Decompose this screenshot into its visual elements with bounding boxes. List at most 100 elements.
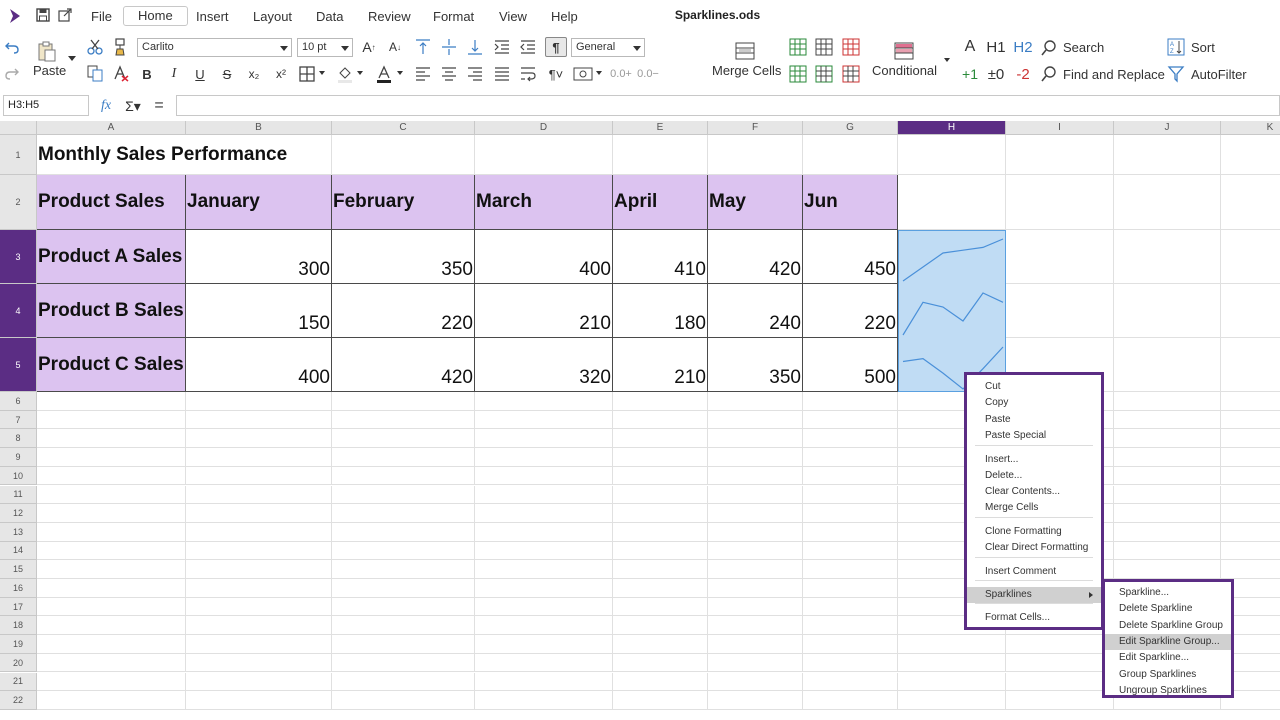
search-label[interactable]: Search	[1063, 40, 1104, 55]
cell[interactable]	[708, 579, 803, 598]
value-cell[interactable]: 240	[708, 284, 803, 338]
bad-style-button[interactable]: -2	[1012, 64, 1034, 84]
cell[interactable]	[613, 653, 708, 673]
sheet-title[interactable]: Monthly Sales Performance	[37, 135, 287, 175]
context-menu-item[interactable]: Insert Comment	[967, 564, 1101, 580]
cell[interactable]	[613, 392, 708, 411]
submenu-item[interactable]: Delete Sparkline Group	[1105, 618, 1231, 634]
align-middle-icon[interactable]	[440, 38, 458, 56]
cell[interactable]	[613, 429, 708, 449]
grow-font-icon[interactable]: A ↑	[360, 37, 378, 57]
column-header-d[interactable]: D	[475, 121, 613, 135]
cell[interactable]	[708, 504, 803, 523]
cell[interactable]	[898, 691, 1006, 710]
cell[interactable]	[37, 466, 186, 486]
cell[interactable]	[475, 135, 613, 175]
cell[interactable]	[475, 485, 613, 505]
row-header-6[interactable]: 6	[0, 392, 37, 411]
context-menu-item[interactable]: Paste	[967, 412, 1101, 428]
value-cell[interactable]: 300	[186, 230, 332, 284]
strikethrough-button[interactable]: S	[218, 64, 236, 84]
cell[interactable]	[708, 597, 803, 617]
cell[interactable]	[332, 579, 475, 598]
clone-formatting-icon[interactable]	[112, 38, 128, 56]
cell[interactable]	[898, 672, 1006, 692]
cell[interactable]	[186, 597, 332, 617]
cell[interactable]	[1114, 175, 1221, 230]
cell[interactable]	[1114, 429, 1221, 449]
cell[interactable]	[708, 135, 803, 175]
cell[interactable]	[186, 691, 332, 710]
cell[interactable]	[37, 522, 186, 542]
cell[interactable]	[803, 635, 898, 654]
row-header-13[interactable]: 13	[0, 522, 37, 542]
row-header-18[interactable]: 18	[0, 616, 37, 636]
cell[interactable]	[186, 522, 332, 542]
context-menu-item[interactable]: Insert...	[967, 452, 1101, 468]
insert-cells-icon[interactable]	[789, 65, 807, 83]
cell[interactable]	[1221, 135, 1280, 175]
cell[interactable]	[475, 466, 613, 486]
row-header-21[interactable]: 21	[0, 672, 37, 692]
cell[interactable]	[332, 504, 475, 523]
cell[interactable]	[37, 541, 186, 561]
cell[interactable]	[37, 429, 186, 449]
cell[interactable]	[37, 597, 186, 617]
cell[interactable]	[708, 691, 803, 710]
cell[interactable]	[1114, 338, 1221, 392]
column-header-c[interactable]: C	[332, 121, 475, 135]
submenu-item[interactable]: Edit Sparkline Group...	[1105, 633, 1231, 650]
cell[interactable]	[1221, 486, 1280, 505]
insert-rows-icon[interactable]	[789, 38, 807, 56]
cell[interactable]	[803, 653, 898, 673]
month-header-may[interactable]: May	[708, 175, 803, 230]
cell[interactable]	[1006, 135, 1114, 175]
value-cell[interactable]: 420	[332, 338, 475, 392]
redo-icon[interactable]	[4, 65, 20, 81]
cell[interactable]	[613, 466, 708, 486]
cell[interactable]	[708, 653, 803, 673]
row-header-22[interactable]: 22	[0, 691, 37, 710]
add-decimal-button[interactable]: 0.0+	[609, 64, 633, 84]
cell[interactable]	[613, 579, 708, 598]
bold-button[interactable]: B	[138, 64, 156, 84]
cell[interactable]	[1114, 504, 1221, 523]
value-cell[interactable]: 220	[803, 284, 898, 338]
cell[interactable]	[332, 392, 475, 411]
column-header-j[interactable]: J	[1114, 121, 1221, 135]
cell[interactable]	[186, 466, 332, 486]
value-cell[interactable]: 450	[803, 230, 898, 284]
product-sales-header[interactable]: Product Sales	[37, 175, 186, 230]
cell[interactable]	[803, 560, 898, 579]
shrink-font-icon[interactable]: A ↓	[386, 37, 404, 57]
cell[interactable]	[186, 560, 332, 579]
cell[interactable]	[37, 635, 186, 654]
value-cell[interactable]: 210	[475, 284, 613, 338]
cell[interactable]	[803, 672, 898, 692]
autofilter-icon[interactable]	[1167, 65, 1185, 83]
sum-icon[interactable]: Σ▾	[121, 96, 145, 116]
merge-cells-icon[interactable]	[735, 42, 755, 60]
cell[interactable]	[1221, 504, 1280, 523]
cell[interactable]	[708, 672, 803, 692]
cell[interactable]	[475, 597, 613, 617]
month-header-march[interactable]: March	[475, 175, 613, 230]
cell[interactable]	[37, 691, 186, 710]
cell[interactable]	[1006, 635, 1114, 654]
underline-button[interactable]: U	[191, 64, 209, 84]
row-header-17[interactable]: 17	[0, 597, 37, 617]
cell[interactable]	[1114, 410, 1221, 430]
insert-columns-icon[interactable]	[815, 38, 833, 56]
row-header-11[interactable]: 11	[0, 485, 37, 505]
cell[interactable]	[613, 448, 708, 467]
superscript-button[interactable]: x²	[271, 64, 291, 84]
cell[interactable]	[613, 410, 708, 430]
cell[interactable]	[475, 560, 613, 579]
currency-format-icon[interactable]	[573, 65, 593, 83]
cell[interactable]	[332, 616, 475, 636]
sort-label[interactable]: Sort	[1191, 40, 1215, 55]
cell[interactable]	[475, 691, 613, 710]
row-header-7[interactable]: 7	[0, 410, 37, 430]
formula-equals-icon[interactable]: =	[150, 96, 168, 116]
cell[interactable]	[1114, 541, 1221, 561]
